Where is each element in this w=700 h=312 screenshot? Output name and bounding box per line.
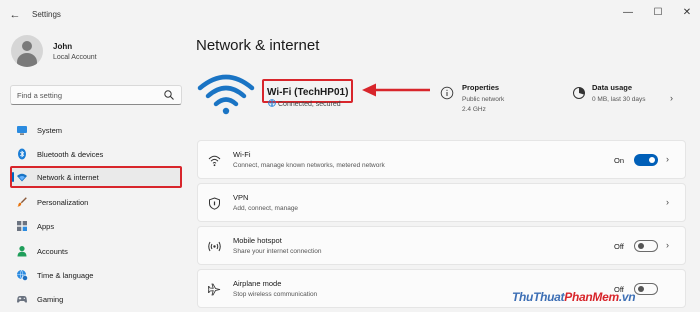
- wifi-connection-status: Connected, secured: [268, 99, 341, 108]
- brush-icon: [17, 197, 27, 207]
- page-title: Network & internet: [196, 37, 320, 54]
- search-input[interactable]: Find a setting: [10, 85, 182, 105]
- chevron-right-icon[interactable]: ›: [666, 154, 669, 164]
- toggle-state-label: On: [614, 156, 625, 165]
- sidebar-item-time-language[interactable]: Time & language: [10, 264, 182, 286]
- toggle-state-label: Off: [614, 242, 624, 251]
- card-title: Airplane mode: [233, 279, 282, 288]
- watermark-logo: ThuThuatPhanMem.vn: [512, 290, 636, 304]
- back-button[interactable]: ←: [8, 8, 22, 22]
- watermark-part2: PhanMem: [564, 290, 619, 304]
- card-subtitle: Stop wireless communication: [233, 291, 318, 298]
- sidebar-item-label: Apps: [37, 222, 55, 231]
- network-profile: Public network: [462, 96, 505, 103]
- bluetooth-icon: [18, 148, 26, 160]
- app-title: Settings: [32, 10, 61, 19]
- title-bar: ← Settings — ☐ ✕: [0, 0, 700, 30]
- maximize-button[interactable]: ☐: [651, 6, 665, 20]
- hotspot-toggle[interactable]: [634, 240, 658, 252]
- data-usage-icon[interactable]: [572, 86, 586, 100]
- airplane-icon: [208, 283, 221, 296]
- search-placeholder: Find a setting: [17, 91, 63, 100]
- apps-icon: [17, 221, 27, 231]
- chevron-right-icon[interactable]: ›: [666, 197, 669, 207]
- sidebar-item-bluetooth[interactable]: Bluetooth & devices: [10, 143, 182, 165]
- wifi-status-text: Connected, secured: [278, 101, 341, 108]
- card-title: Mobile hotspot: [233, 236, 282, 245]
- sidebar-item-label: System: [37, 126, 63, 135]
- card-title: Wi-Fi: [233, 150, 251, 159]
- close-button[interactable]: ✕: [680, 6, 694, 20]
- card-title: VPN: [233, 193, 249, 202]
- data-usage-amount: 0 MB, last 30 days: [592, 96, 646, 103]
- sidebar-item-label: Bluetooth & devices: [37, 150, 104, 159]
- sidebar-item-label: Personalization: [37, 198, 89, 207]
- data-usage-title[interactable]: Data usage: [592, 83, 632, 92]
- sidebar-item-apps[interactable]: Apps: [10, 215, 182, 237]
- avatar-head: [22, 41, 32, 51]
- sidebar-item-network[interactable]: Network & internet: [10, 166, 182, 188]
- active-indicator: [12, 172, 14, 182]
- avatar[interactable]: [11, 35, 43, 67]
- watermark-part1: ThuThuat: [512, 290, 565, 304]
- red-arrow-annotation: [362, 83, 430, 97]
- card-subtitle: Add, connect, manage: [233, 205, 299, 212]
- user-account-type: Local Account: [53, 54, 97, 61]
- sidebar-item-personalization[interactable]: Personalization: [10, 191, 182, 213]
- wifi-toggle[interactable]: [634, 154, 658, 166]
- avatar-body: [17, 53, 37, 67]
- chevron-right-icon[interactable]: ›: [670, 93, 673, 103]
- sidebar-item-label: Time & language: [37, 271, 94, 280]
- person-icon: [17, 246, 27, 257]
- globe-clock-icon: [17, 269, 28, 281]
- card-subtitle: Share your internet connection: [233, 248, 322, 255]
- properties-title[interactable]: Properties: [462, 83, 499, 92]
- search-icon: [164, 90, 174, 100]
- network-band: 2.4 GHz: [462, 106, 486, 113]
- wifi-large-icon: [197, 74, 255, 115]
- sidebar-item-system[interactable]: System: [10, 119, 182, 141]
- minimize-button[interactable]: —: [621, 6, 635, 20]
- vpn-card[interactable]: VPN Add, connect, manage ›: [197, 183, 686, 222]
- airplane-toggle[interactable]: [634, 283, 658, 295]
- hotspot-icon: [208, 241, 221, 252]
- shield-icon: [209, 197, 220, 210]
- monitor-icon: [17, 126, 27, 135]
- chevron-right-icon[interactable]: ›: [666, 240, 669, 250]
- watermark-part3: .vn: [618, 290, 636, 304]
- info-icon[interactable]: [440, 86, 454, 100]
- sidebar-item-label: Network & internet: [37, 173, 99, 182]
- sidebar-item-accounts[interactable]: Accounts: [10, 240, 182, 262]
- card-subtitle: Connect, manage known networks, metered …: [233, 162, 385, 169]
- wifi-icon: [208, 155, 221, 167]
- sidebar-item-label: Accounts: [37, 247, 68, 256]
- sidebar-item-gaming[interactable]: Gaming: [10, 288, 182, 310]
- globe-icon: [268, 99, 276, 107]
- mobile-hotspot-card[interactable]: Mobile hotspot Share your internet conne…: [197, 226, 686, 265]
- sidebar-item-label: Gaming: [37, 295, 64, 304]
- gamepad-icon: [17, 296, 27, 303]
- wifi-icon: [17, 173, 27, 182]
- user-name: John: [53, 42, 73, 51]
- wifi-network-name: Wi-Fi (TechHP01): [267, 87, 349, 98]
- wifi-settings-card[interactable]: Wi-Fi Connect, manage known networks, me…: [197, 140, 686, 179]
